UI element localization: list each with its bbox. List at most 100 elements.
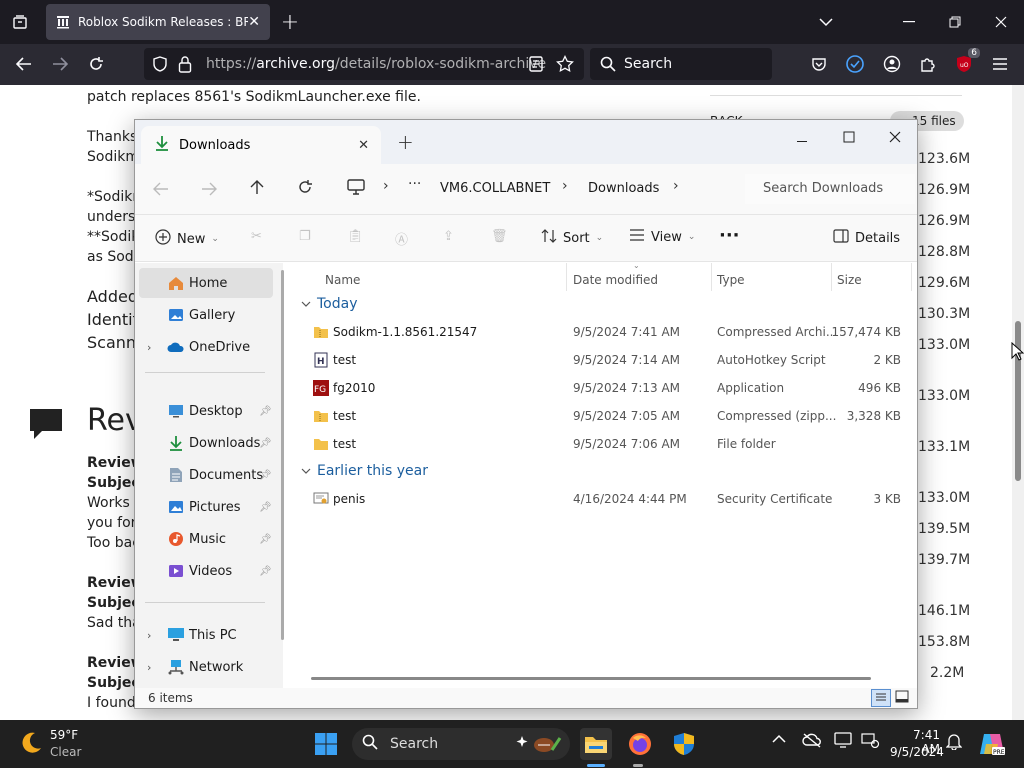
pin-icon[interactable]: 📌︎ — [259, 502, 272, 513]
restore-icon[interactable] — [939, 6, 971, 38]
close-window-icon[interactable] — [985, 6, 1017, 38]
file-row[interactable]: FG fg2010 9/5/2024 7:13 AM Application 4… — [291, 375, 917, 403]
chevron-right-icon[interactable]: › — [147, 661, 151, 674]
nav-item-home[interactable]: Home — [139, 268, 273, 298]
tab-list-icon[interactable] — [4, 6, 36, 38]
account-icon[interactable] — [876, 48, 908, 80]
copy-icon[interactable]: ❐ — [299, 229, 311, 244]
windows-start-icon[interactable] — [314, 732, 338, 756]
search-downloads-input[interactable]: Search Downloads — [745, 174, 915, 204]
chevron-right-icon[interactable]: › — [147, 629, 151, 642]
file-row[interactable]: test 9/5/2024 7:05 AM Compressed (zipp..… — [291, 403, 917, 431]
weather-moon-icon[interactable] — [18, 730, 44, 756]
chevron-right-icon[interactable]: › — [673, 178, 679, 194]
firefox-taskbar-icon[interactable] — [624, 728, 656, 760]
up-arrow-icon[interactable] — [250, 179, 264, 199]
pin-icon[interactable]: 📌︎ — [259, 438, 272, 449]
reader-view-icon[interactable] — [529, 56, 543, 76]
file-row[interactable]: Sodikm-1.1.8561.21547 9/5/2024 7:41 AM C… — [291, 319, 917, 347]
url-text[interactable]: https://archive.org/details/roblox-sodik… — [206, 56, 546, 72]
nav-item-desktop[interactable]: Desktop 📌︎ — [135, 396, 283, 426]
forward-arrow-icon[interactable] — [201, 181, 217, 200]
share-icon[interactable]: ⇪ — [443, 229, 454, 244]
horizontal-scrollbar[interactable] — [311, 677, 871, 680]
extensions-puzzle-icon[interactable] — [912, 48, 944, 80]
group-header-earlier[interactable]: Earlier this year — [301, 463, 428, 479]
lock-icon[interactable] — [178, 55, 192, 77]
close-window-icon[interactable] — [889, 128, 901, 147]
close-tab-icon[interactable]: ✕ — [248, 14, 260, 30]
pin-icon[interactable]: 📌︎ — [259, 470, 272, 481]
file-row[interactable]: penis 4/16/2024 4:44 PM Security Certifi… — [291, 486, 917, 514]
nav-item-downloads[interactable]: Downloads 📌︎ — [135, 428, 283, 458]
security-shield-taskbar-icon[interactable] — [668, 728, 700, 760]
display-settings-icon[interactable] — [834, 732, 852, 748]
cut-icon[interactable]: ✂ — [251, 229, 262, 244]
more-breadcrumb-icon[interactable]: ··· — [408, 176, 421, 192]
pin-icon[interactable]: 📌︎ — [259, 534, 272, 545]
details-view-icon[interactable] — [871, 689, 891, 707]
network-status-icon[interactable] — [860, 732, 880, 748]
chevron-right-icon[interactable]: › — [383, 178, 389, 194]
nav-item-network[interactable]: › Network — [135, 652, 283, 682]
file-row[interactable]: H test 9/5/2024 7:14 AM AutoHotkey Scrip… — [291, 347, 917, 375]
pocket-icon[interactable] — [803, 48, 835, 80]
new-button[interactable]: New ⌄ — [155, 229, 219, 249]
clock-date[interactable]: 9/5/2024 — [890, 745, 944, 759]
refresh-icon[interactable] — [297, 179, 313, 199]
chevron-right-icon[interactable]: › — [562, 178, 568, 194]
chevron-up-icon[interactable] — [772, 734, 786, 744]
taskbar-search-box[interactable]: Search — [352, 728, 570, 760]
copilot-icon[interactable]: PRE — [978, 730, 1006, 758]
nav-item-pictures[interactable]: Pictures 📌︎ — [135, 492, 283, 522]
weather-desc[interactable]: Clear — [50, 745, 81, 759]
file-explorer-taskbar-icon[interactable] — [580, 728, 612, 760]
reload-icon[interactable] — [80, 48, 112, 80]
column-header-type[interactable]: Type — [717, 273, 745, 287]
nav-item-onedrive[interactable]: › OneDrive — [135, 332, 283, 362]
details-button[interactable]: Details — [833, 229, 900, 247]
browser-search-box[interactable]: Search — [590, 48, 772, 80]
forward-arrow-icon[interactable] — [44, 48, 76, 80]
weather-temp[interactable]: 59°F — [50, 728, 78, 742]
nav-item-this-pc[interactable]: › This PC — [135, 620, 283, 650]
close-tab-icon[interactable]: ✕ — [358, 138, 369, 153]
pin-icon[interactable]: 📌︎ — [259, 566, 272, 577]
column-separator[interactable] — [711, 263, 712, 291]
file-row[interactable]: test 9/5/2024 7:06 AM File folder — [291, 431, 917, 459]
nav-item-documents[interactable]: Documents 📌︎ — [135, 460, 283, 490]
page-scrollbar[interactable] — [1012, 85, 1024, 720]
column-header-size[interactable]: Size — [837, 273, 862, 287]
group-header-today[interactable]: Today — [301, 296, 358, 312]
ublock-icon[interactable]: uO 6 — [948, 48, 980, 80]
new-tab-icon[interactable]: + — [274, 6, 306, 38]
pin-icon[interactable]: 📌︎ — [259, 406, 272, 417]
back-arrow-icon[interactable] — [153, 181, 169, 200]
onedrive-status-icon[interactable] — [802, 732, 822, 748]
more-options-icon[interactable]: ··· — [719, 225, 740, 246]
minimize-icon[interactable] — [893, 6, 925, 38]
column-separator[interactable] — [831, 263, 832, 291]
check-extension-icon[interactable] — [839, 48, 871, 80]
browser-tab-active[interactable]: Roblox Sodikm Releases : BRAV ✕ — [46, 4, 270, 40]
chevron-down-icon[interactable] — [810, 6, 842, 38]
chevron-right-icon[interactable]: › — [147, 341, 151, 354]
column-separator[interactable] — [911, 263, 912, 291]
nav-item-videos[interactable]: Videos 📌︎ — [135, 556, 283, 586]
view-button[interactable]: View ⌄ — [629, 229, 695, 245]
tracking-shield-icon[interactable] — [152, 56, 168, 76]
new-tab-icon[interactable]: + — [397, 130, 414, 154]
explorer-tab-downloads[interactable]: Downloads ✕ — [141, 126, 381, 164]
breadcrumb-downloads[interactable]: Downloads — [588, 181, 659, 196]
hamburger-menu-icon[interactable] — [984, 48, 1016, 80]
monitor-icon[interactable] — [347, 179, 365, 199]
rename-icon[interactable]: Ⓐ — [395, 229, 408, 248]
back-arrow-icon[interactable] — [8, 48, 40, 80]
maximize-icon[interactable] — [843, 128, 855, 147]
column-header-name[interactable]: Name — [325, 273, 360, 287]
sort-button[interactable]: Sort ⌄ — [541, 229, 603, 247]
minimize-icon[interactable] — [797, 132, 809, 151]
nav-item-music[interactable]: Music 📌︎ — [135, 524, 283, 554]
nav-scrollbar[interactable] — [281, 270, 284, 640]
tiles-view-icon[interactable] — [895, 690, 909, 707]
